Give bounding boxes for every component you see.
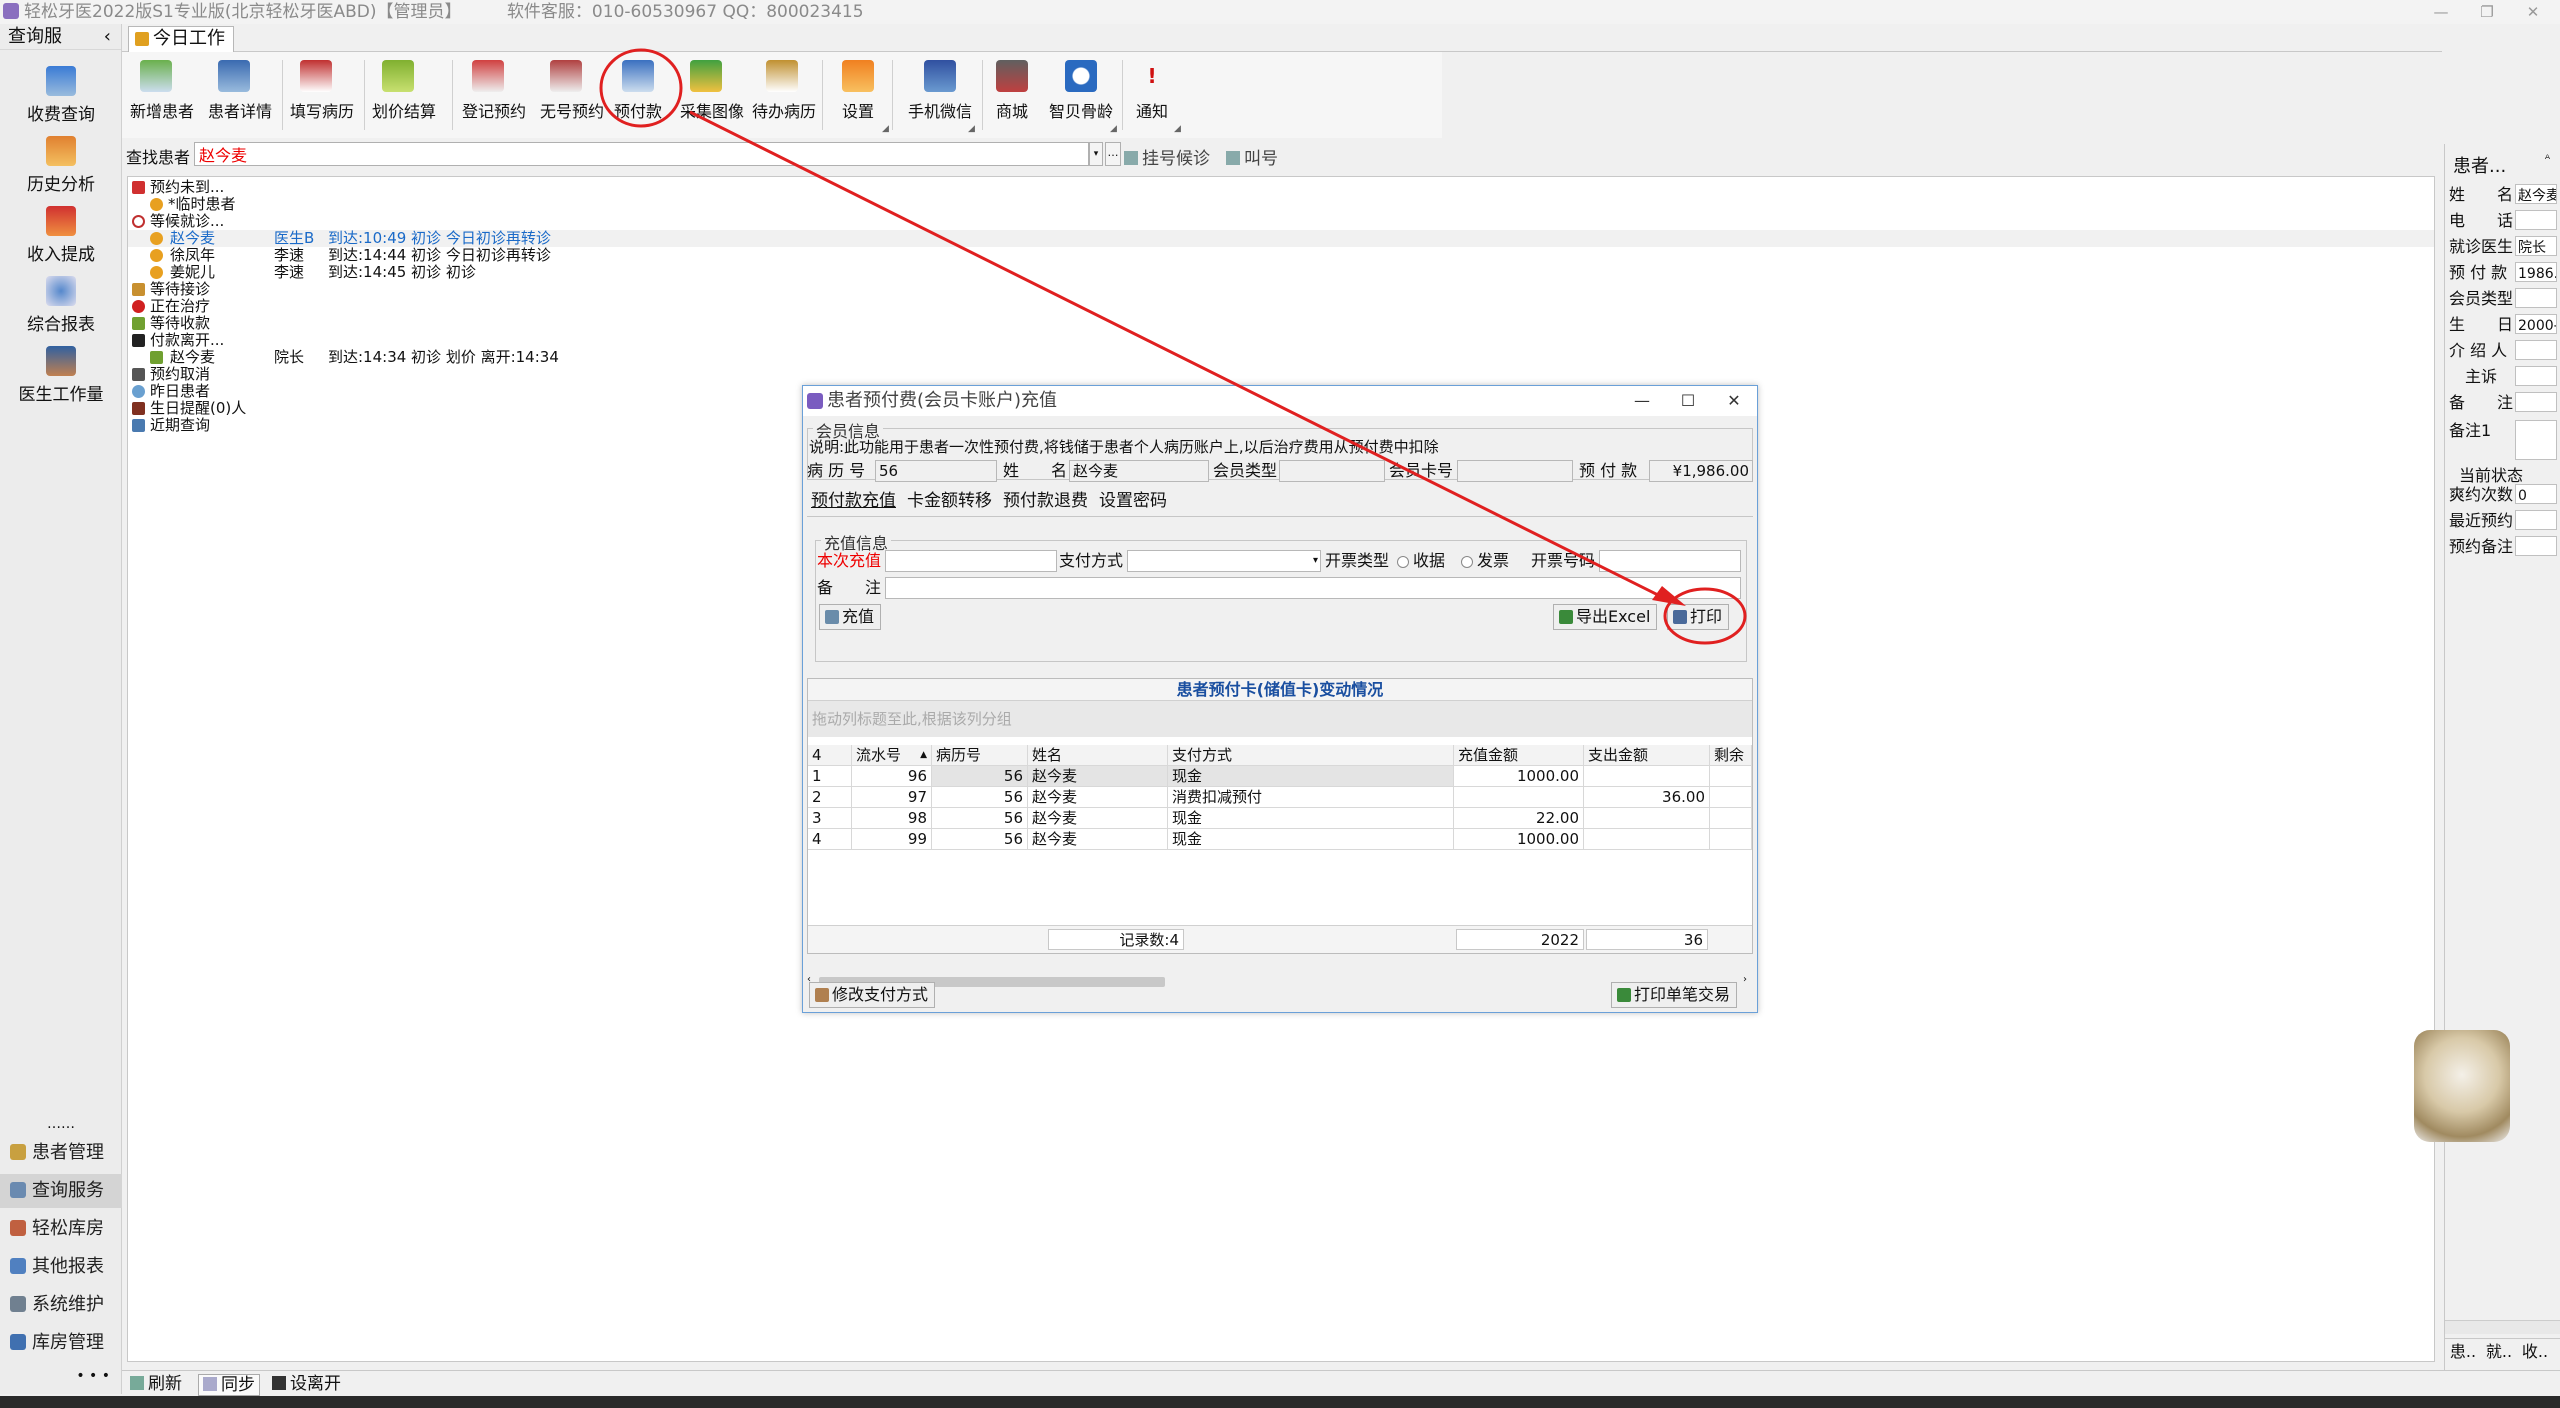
annotation-overlay xyxy=(599,48,1747,645)
highlight-circle-prepay xyxy=(599,48,683,128)
annotation-arrow-line xyxy=(689,110,1661,598)
highlight-circle-print xyxy=(1663,587,1747,645)
